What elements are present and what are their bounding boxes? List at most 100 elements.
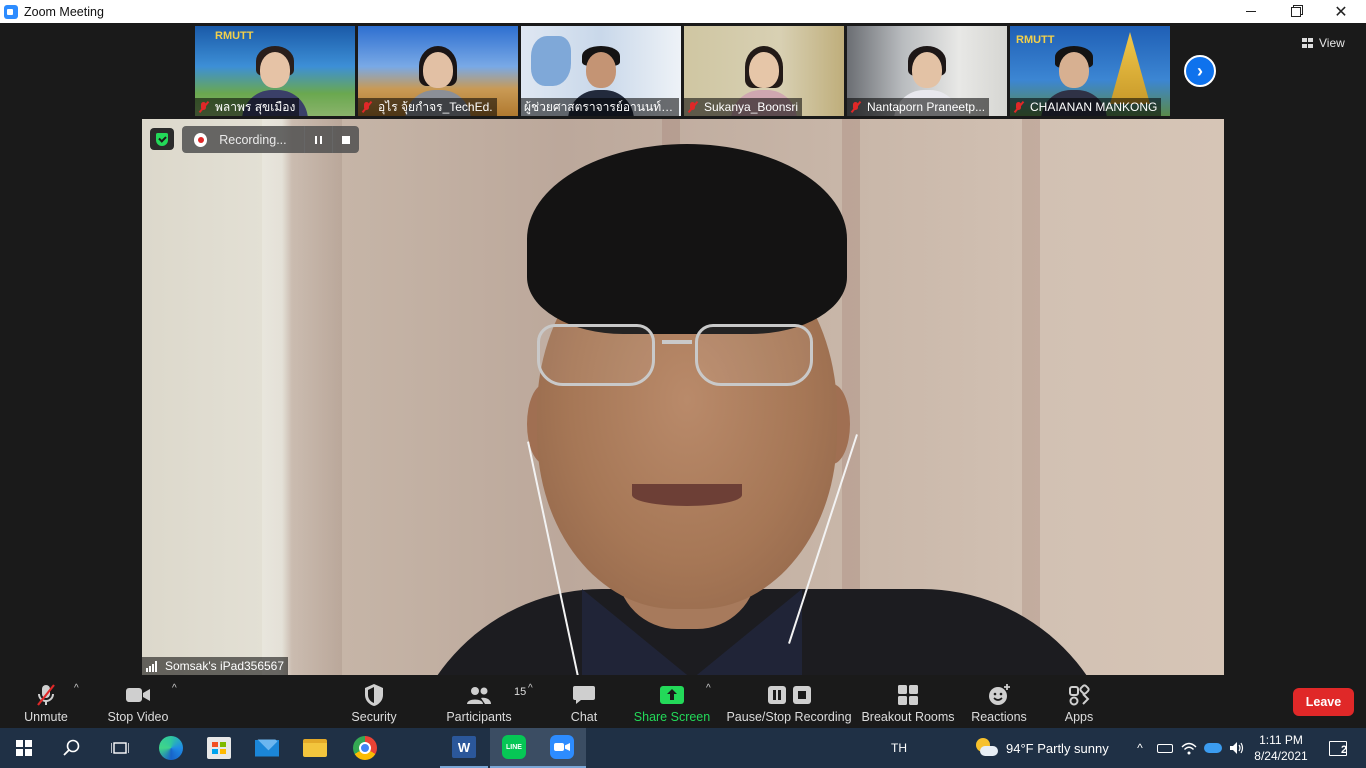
taskbar-chrome[interactable] <box>342 728 388 768</box>
participants-button[interactable]: 15 Participants <box>446 678 526 726</box>
unmute-button[interactable]: Unmute <box>20 678 72 726</box>
share-screen-icon <box>659 682 685 708</box>
name-label: ผู้ช่วยศาสตราจารย์อานนท์ วิ... <box>521 98 679 116</box>
show-hidden-icons-button[interactable]: ^ <box>1130 728 1150 768</box>
participant-tile[interactable]: ผู้ช่วยศาสตราจารย์อานนท์ วิ... <box>521 26 681 116</box>
volume-control[interactable] <box>1226 728 1248 768</box>
participant-tile[interactable]: อุไร จุ้ยกำจร_TechEd. <box>358 26 518 116</box>
pause-stop-recording-label: Pause/Stop Recording <box>726 710 852 724</box>
taskbar-mail[interactable] <box>244 728 290 768</box>
taskbar-store[interactable] <box>196 728 242 768</box>
weather-widget[interactable]: 94°F Partly sunny <box>974 728 1124 768</box>
security-label: Security <box>351 710 397 724</box>
security-shield-icon <box>363 682 385 708</box>
reactions-button[interactable]: Reactions <box>970 678 1028 726</box>
stop-recording-button[interactable] <box>333 126 359 153</box>
pause-stop-recording-button[interactable]: Pause/Stop Recording <box>726 678 852 726</box>
onedrive-status[interactable] <box>1202 728 1224 768</box>
taskbar-zoom[interactable] <box>538 728 586 768</box>
weather-text: 94°F Partly sunny <box>1006 740 1109 756</box>
title-bar: Zoom Meeting ✕ <box>0 0 1366 23</box>
speaker-hair <box>527 144 847 334</box>
input-language[interactable]: TH <box>884 728 914 768</box>
word-icon: W <box>452 736 476 758</box>
clock[interactable]: 1:11 PM 8/24/2021 <box>1252 728 1310 768</box>
name-label: อุไร จุ้ยกำจร_TechEd. <box>358 98 497 116</box>
minimize-button[interactable] <box>1228 0 1274 23</box>
pause-icon <box>314 135 322 144</box>
restore-button[interactable] <box>1273 0 1319 23</box>
leave-button[interactable]: Leave <box>1293 688 1354 716</box>
notification-count: 2 <box>1341 744 1348 756</box>
participant-name: ผู้ช่วยศาสตราจารย์อานนท์ วิ... <box>524 99 675 114</box>
minimize-icon <box>1246 11 1256 12</box>
windows-logo-icon <box>16 740 32 756</box>
apps-icon <box>1068 682 1090 708</box>
clock-time: 1:11 PM <box>1259 733 1303 747</box>
close-button[interactable]: ✕ <box>1318 0 1364 23</box>
taskbar-edge[interactable] <box>148 728 194 768</box>
battery-plug-icon <box>1157 743 1173 753</box>
view-button[interactable]: View <box>1302 33 1345 53</box>
task-view-icon <box>111 742 129 754</box>
reactions-label: Reactions <box>971 710 1027 724</box>
speaker-glasses <box>537 324 827 394</box>
search-button[interactable] <box>48 728 96 768</box>
folder-icon <box>303 739 327 757</box>
rmutt-logo: RMUTT <box>1016 34 1055 46</box>
stop-video-button[interactable]: Stop Video <box>106 678 170 726</box>
gallery-strip: RMUTT พลาพร สุขเมือง อุไร จุ้ยกำจร_TechE… <box>0 23 1366 119</box>
apps-label: Apps <box>1064 710 1094 724</box>
breakout-rooms-label: Breakout Rooms <box>861 710 955 724</box>
power-status[interactable] <box>1154 728 1176 768</box>
share-screen-button[interactable]: Share Screen <box>634 678 710 726</box>
muted-mic-icon <box>687 101 699 113</box>
window-title: Zoom Meeting <box>24 4 104 19</box>
audio-options-caret[interactable]: ^ <box>74 683 84 694</box>
active-speaker-name: Somsak's iPad356567 <box>165 659 285 673</box>
participant-tile[interactable]: RMUTT CHAIANAN MANKONG <box>1010 26 1170 116</box>
encryption-shield-button[interactable] <box>150 128 174 150</box>
taskbar-line[interactable]: LINE <box>490 728 538 768</box>
participants-label: Participants <box>446 710 512 724</box>
taskbar-file-explorer[interactable] <box>292 728 338 768</box>
share-options-caret[interactable]: ^ <box>706 683 716 694</box>
network-status[interactable] <box>1178 728 1200 768</box>
chat-button[interactable]: Chat <box>564 678 604 726</box>
grid-view-icon <box>1302 38 1313 48</box>
participants-options-caret[interactable]: ^ <box>528 683 538 694</box>
participant-tile[interactable]: Nantaporn Praneetp... <box>847 26 1007 116</box>
participant-name: อุไร จุ้ยกำจร_TechEd. <box>378 99 493 114</box>
active-speaker-name-label: Somsak's iPad356567 <box>142 657 289 675</box>
notification-center-button[interactable]: 2 <box>1318 728 1358 768</box>
partly-sunny-icon <box>974 738 998 758</box>
mail-icon <box>255 739 279 757</box>
share-screen-label: Share Screen <box>633 710 711 724</box>
participant-tile[interactable]: RMUTT พลาพร สุขเมือง <box>195 26 355 116</box>
unmute-label: Unmute <box>24 710 68 724</box>
chrome-icon <box>353 736 377 760</box>
start-button[interactable] <box>0 728 48 768</box>
stop-video-label: Stop Video <box>107 710 169 724</box>
task-view-button[interactable] <box>96 728 144 768</box>
apps-button[interactable]: Apps <box>1060 678 1098 726</box>
chat-label: Chat <box>570 710 598 724</box>
name-label: พลาพร สุขเมือง <box>195 98 300 116</box>
name-label: Sukanya_Boonsri <box>684 98 803 116</box>
map-graphic <box>531 36 571 86</box>
restore-icon <box>1291 6 1301 17</box>
muted-mic-icon <box>850 101 862 113</box>
next-page-button[interactable]: › <box>1184 55 1216 87</box>
recording-indicator: Recording... <box>182 126 359 153</box>
speaker-volume-icon <box>1230 742 1244 754</box>
security-button[interactable]: Security <box>348 678 400 726</box>
pause-recording-button[interactable] <box>305 126 331 153</box>
microsoft-store-icon <box>207 737 231 759</box>
active-speaker-video <box>142 119 1224 675</box>
video-options-caret[interactable]: ^ <box>172 683 182 694</box>
participant-count: 15 <box>514 686 527 698</box>
breakout-rooms-button[interactable]: Breakout Rooms <box>861 678 955 726</box>
taskbar-word[interactable]: W <box>440 728 488 768</box>
muted-microphone-icon <box>34 682 58 708</box>
participant-tile[interactable]: Sukanya_Boonsri <box>684 26 844 116</box>
